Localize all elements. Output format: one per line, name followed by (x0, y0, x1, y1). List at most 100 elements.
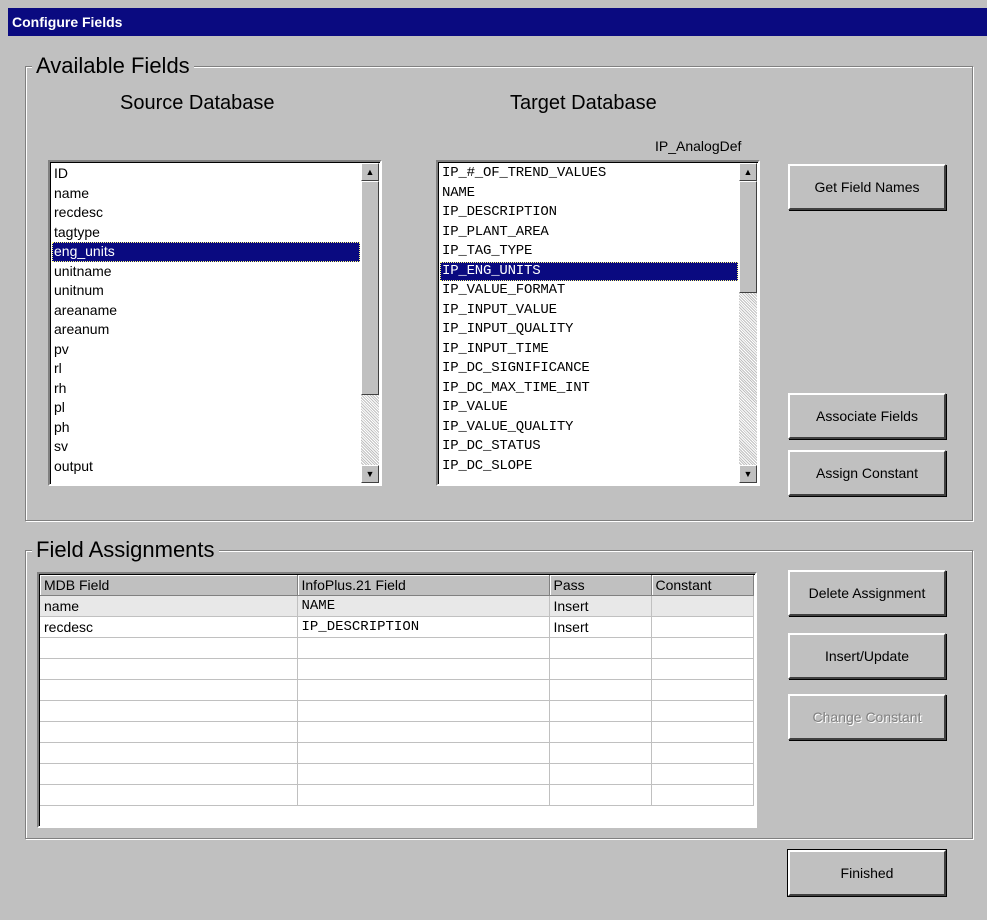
table-cell[interactable]: recdesc (40, 616, 298, 638)
list-item[interactable]: rh (52, 379, 360, 399)
table-cell[interactable] (40, 637, 298, 659)
list-item[interactable]: IP_ENG_UNITS (440, 261, 738, 281)
source-fields-list[interactable]: ID name recdesc tagtype eng_units unitname uni… (48, 160, 382, 486)
list-item[interactable]: IP_VALUE_FORMAT (440, 281, 738, 301)
table-row[interactable] (40, 637, 754, 659)
table-cell[interactable] (651, 595, 754, 617)
get-field-names-button[interactable]: Get Field Names (788, 164, 946, 210)
table-cell[interactable] (549, 700, 652, 722)
table-cell[interactable] (297, 700, 550, 722)
table-cell[interactable] (40, 679, 298, 701)
field-assignments-grid[interactable]: MDB Field InfoPlus.21 Field Pass Constant n… (37, 572, 757, 828)
target-scrollbar[interactable]: ▲ ▼ (739, 163, 757, 483)
list-item[interactable]: ph (52, 418, 360, 438)
list-item[interactable]: eng_units (52, 242, 360, 262)
table-cell[interactable] (651, 700, 754, 722)
table-cell[interactable] (40, 784, 298, 806)
list-item[interactable]: IP_DC_STATUS (440, 437, 738, 457)
table-cell[interactable] (651, 742, 754, 764)
table-cell[interactable]: Insert (549, 616, 652, 638)
finished-button[interactable]: Finished (787, 849, 947, 897)
table-cell[interactable] (40, 721, 298, 743)
column-header[interactable]: MDB Field (40, 575, 298, 596)
list-item[interactable]: IP_INPUT_VALUE (440, 301, 738, 321)
table-row[interactable] (40, 721, 754, 743)
list-item[interactable]: pv (52, 340, 360, 360)
table-cell[interactable] (651, 763, 754, 785)
table-cell[interactable] (651, 658, 754, 680)
table-cell[interactable] (549, 721, 652, 743)
list-item[interactable]: ID (52, 164, 360, 184)
associate-fields-button[interactable]: Associate Fields (788, 393, 946, 439)
list-item[interactable]: output (52, 457, 360, 477)
table-cell[interactable]: name (40, 595, 298, 617)
table-cell[interactable] (297, 763, 550, 785)
table-row[interactable] (40, 742, 754, 764)
table-cell[interactable] (549, 679, 652, 701)
table-cell[interactable] (297, 658, 550, 680)
list-item[interactable]: sv (52, 437, 360, 457)
column-header[interactable]: InfoPlus.21 Field (297, 575, 550, 596)
change-constant-button[interactable]: Change Constant (788, 694, 946, 740)
list-item[interactable]: IP_VALUE_QUALITY (440, 418, 738, 438)
list-item[interactable]: unitname (52, 262, 360, 282)
table-cell[interactable]: IP_DESCRIPTION (297, 616, 550, 638)
table-cell[interactable] (651, 637, 754, 659)
table-cell[interactable] (40, 658, 298, 680)
list-item[interactable]: IP_PLANT_AREA (440, 223, 738, 243)
scroll-down-icon[interactable]: ▼ (739, 465, 757, 483)
list-item[interactable]: recdesc (52, 203, 360, 223)
list-item[interactable]: rl (52, 359, 360, 379)
list-item[interactable]: IP_INPUT_QUALITY (440, 320, 738, 340)
table-row[interactable] (40, 784, 754, 806)
table-cell[interactable] (40, 763, 298, 785)
table-cell[interactable] (297, 679, 550, 701)
list-item[interactable]: IP_TAG_TYPE (440, 242, 738, 262)
list-item[interactable]: IP_VALUE (440, 398, 738, 418)
table-cell[interactable] (549, 637, 652, 659)
insert-update-button[interactable]: Insert/Update (788, 633, 946, 679)
table-cell[interactable] (651, 784, 754, 806)
table-cell[interactable] (297, 721, 550, 743)
table-row[interactable] (40, 700, 754, 722)
scroll-thumb[interactable] (361, 181, 379, 395)
list-item[interactable]: name (52, 184, 360, 204)
assign-constant-button[interactable]: Assign Constant (788, 450, 946, 496)
list-item[interactable]: NAME (440, 184, 738, 204)
list-item[interactable]: IP_DC_SLOPE (440, 457, 738, 477)
table-cell[interactable] (40, 742, 298, 764)
target-fields-list[interactable]: IP_#_OF_TREND_VALUES NAME IP_DESCRIPTION IP… (436, 160, 760, 486)
table-cell[interactable] (651, 616, 754, 638)
table-row[interactable]: recdesc IP_DESCRIPTION Insert (40, 616, 754, 638)
table-cell[interactable] (549, 742, 652, 764)
list-item[interactable]: IP_#_OF_TREND_VALUES (440, 164, 738, 184)
scroll-thumb[interactable] (739, 181, 757, 293)
table-cell[interactable] (651, 721, 754, 743)
list-item[interactable]: tagtype (52, 223, 360, 243)
table-cell[interactable] (297, 742, 550, 764)
delete-assignment-button[interactable]: Delete Assignment (788, 570, 946, 616)
table-cell[interactable] (549, 658, 652, 680)
scroll-up-icon[interactable]: ▲ (739, 163, 757, 181)
table-cell[interactable] (297, 784, 550, 806)
list-item[interactable]: pl (52, 398, 360, 418)
table-row[interactable] (40, 658, 754, 680)
list-item[interactable]: unitnum (52, 281, 360, 301)
column-header[interactable]: Pass (549, 575, 652, 596)
table-cell[interactable]: NAME (297, 595, 550, 617)
table-cell[interactable] (549, 784, 652, 806)
table-cell[interactable]: Insert (549, 595, 652, 617)
list-item[interactable]: IP_DC_MAX_TIME_INT (440, 379, 738, 399)
table-row[interactable]: name NAME Insert (40, 595, 754, 617)
list-item[interactable]: areaname (52, 301, 360, 321)
table-cell[interactable] (549, 763, 652, 785)
list-item[interactable]: areanum (52, 320, 360, 340)
list-item[interactable]: IP_DC_SIGNIFICANCE (440, 359, 738, 379)
table-cell[interactable] (40, 700, 298, 722)
column-header[interactable]: Constant (651, 575, 754, 596)
scroll-up-icon[interactable]: ▲ (361, 163, 379, 181)
list-item[interactable]: IP_DESCRIPTION (440, 203, 738, 223)
table-cell[interactable] (297, 637, 550, 659)
table-row[interactable] (40, 763, 754, 785)
source-scrollbar[interactable]: ▲ ▼ (361, 163, 379, 483)
